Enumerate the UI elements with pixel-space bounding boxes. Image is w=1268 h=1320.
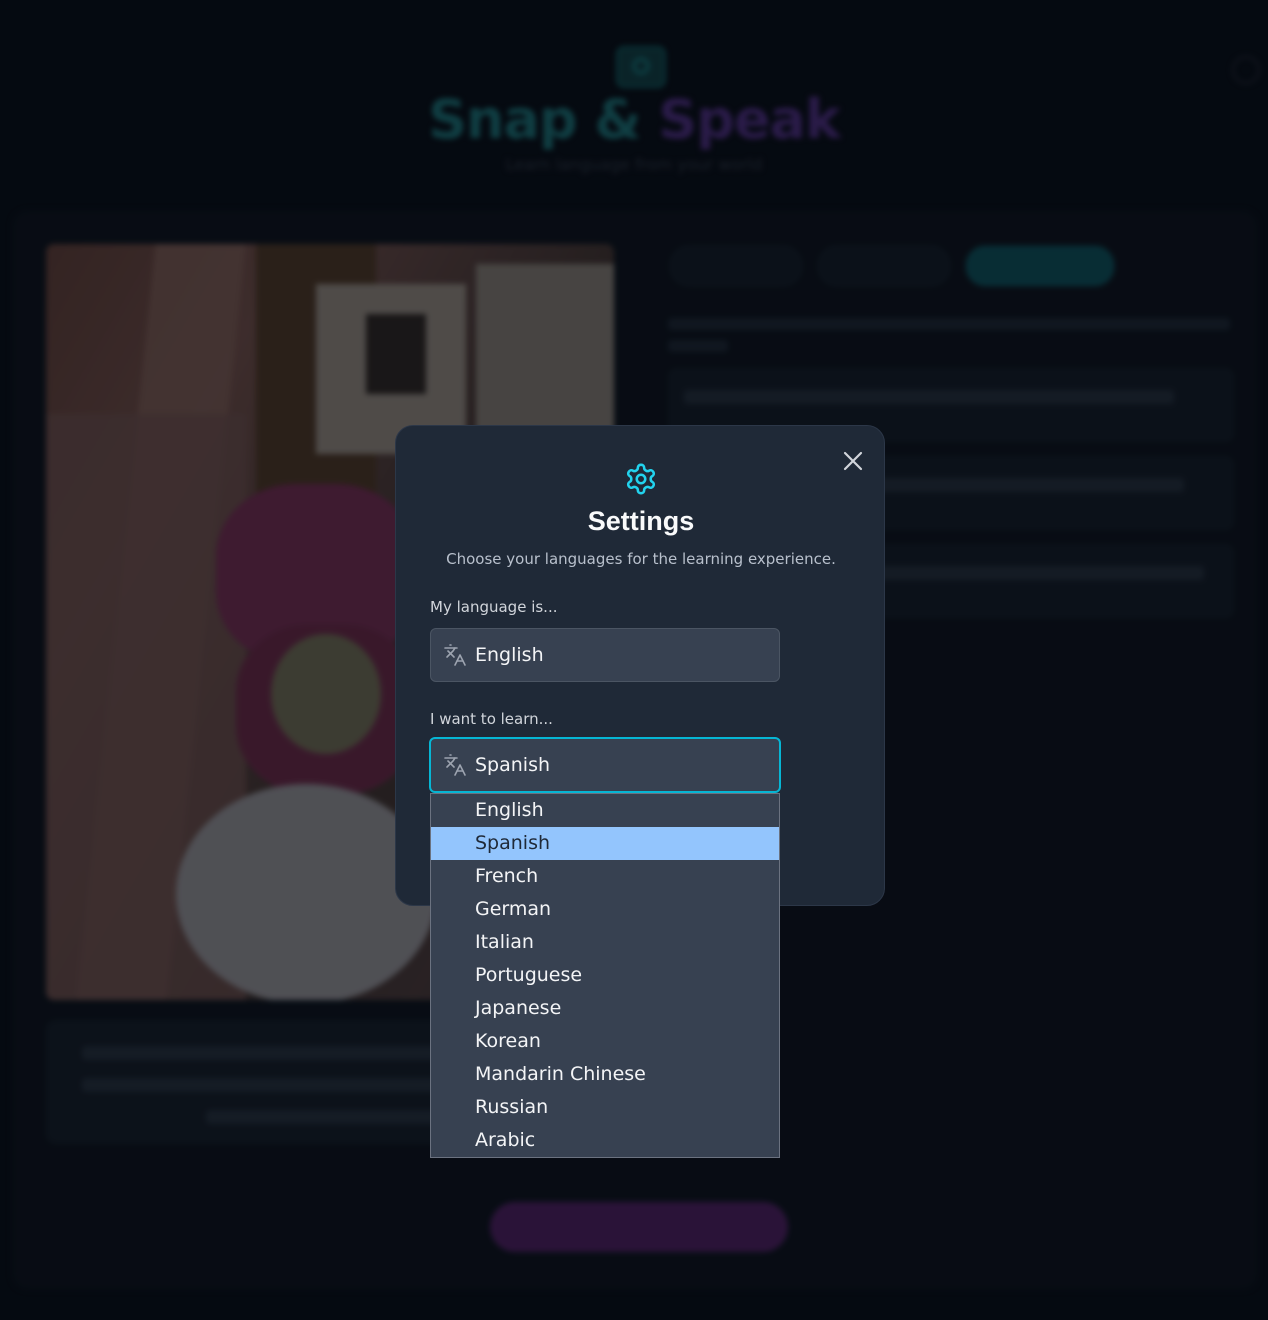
option-english[interactable]: English xyxy=(431,794,779,827)
target-language-label: I want to learn... xyxy=(430,710,553,728)
option-label: English xyxy=(475,799,544,821)
close-icon xyxy=(843,451,863,471)
option-japanese[interactable]: Japanese xyxy=(431,992,779,1025)
close-button[interactable] xyxy=(836,444,870,478)
native-language-value: English xyxy=(475,644,544,666)
option-mandarin-chinese[interactable]: Mandarin Chinese xyxy=(431,1058,779,1091)
option-korean[interactable]: Korean xyxy=(431,1025,779,1058)
modal-subtitle: Choose your languages for the learning e… xyxy=(446,550,836,568)
language-dropdown-list: English Spanish French German Italian Po… xyxy=(430,793,780,1158)
native-language-select[interactable]: English xyxy=(430,628,780,682)
translate-icon xyxy=(444,644,466,666)
target-language-value: Spanish xyxy=(475,754,551,776)
option-german[interactable]: German xyxy=(431,893,779,926)
option-label: German xyxy=(475,898,552,920)
gear-icon xyxy=(626,463,656,495)
option-russian[interactable]: Russian xyxy=(431,1091,779,1124)
modal-title: Settings xyxy=(587,506,695,536)
translate-icon xyxy=(444,754,466,776)
option-portuguese[interactable]: Portuguese xyxy=(431,959,779,992)
option-arabic[interactable]: Arabic xyxy=(431,1124,779,1157)
option-label: Portuguese xyxy=(475,964,583,986)
target-language-select[interactable]: Spanish xyxy=(429,737,781,793)
option-italian[interactable]: Italian xyxy=(431,926,779,959)
native-language-label: My language is... xyxy=(430,598,558,616)
option-spanish[interactable]: Spanish xyxy=(431,827,779,860)
option-label: Arabic xyxy=(475,1129,536,1151)
option-label: Italian xyxy=(475,931,534,953)
option-label: Russian xyxy=(475,1096,549,1118)
option-french[interactable]: French xyxy=(431,860,779,893)
option-label: Spanish xyxy=(475,832,551,854)
option-label: Japanese xyxy=(475,997,562,1019)
option-label: Korean xyxy=(475,1030,541,1052)
option-label: Mandarin Chinese xyxy=(475,1063,646,1085)
option-label: French xyxy=(475,865,539,887)
